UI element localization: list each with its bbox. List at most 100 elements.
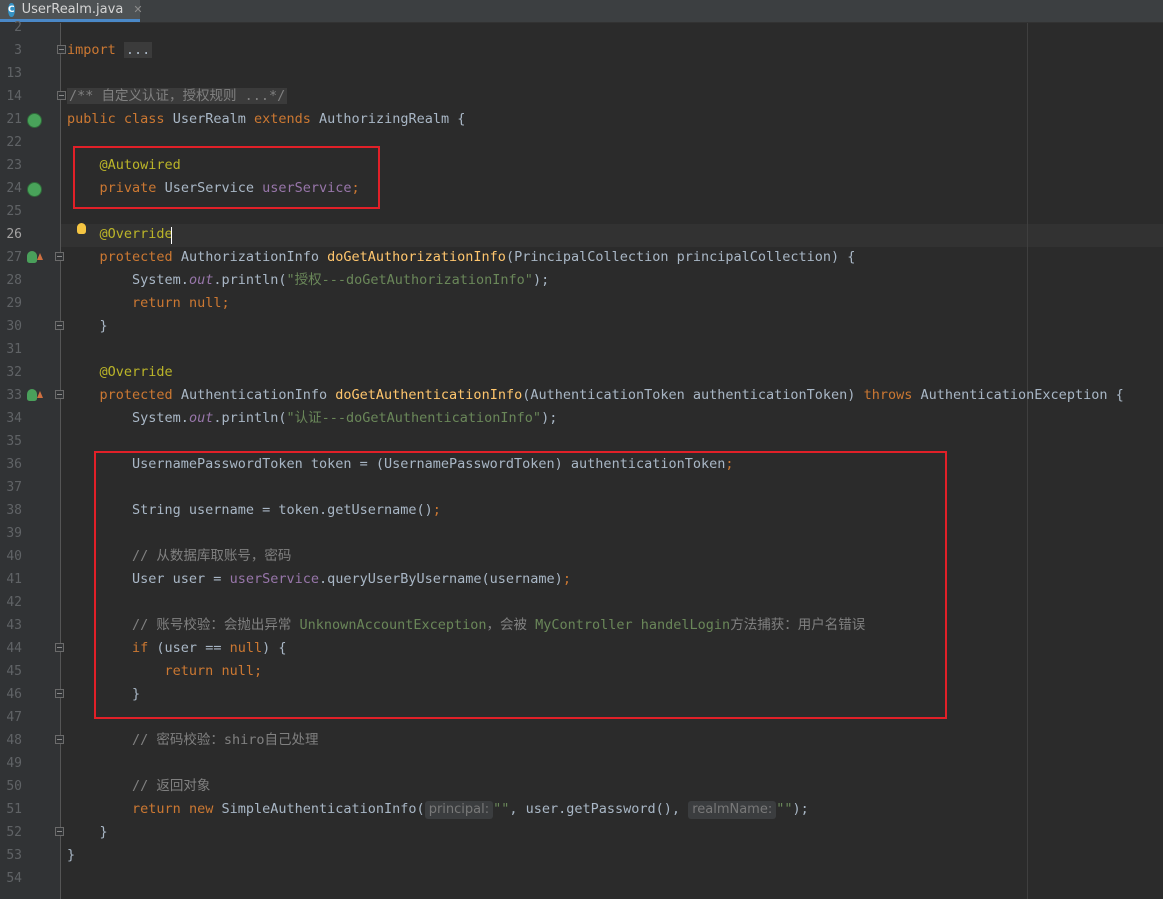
override-method-icon[interactable] <box>27 389 37 401</box>
line-number[interactable]: 52 <box>0 821 22 844</box>
close-icon[interactable]: ✕ <box>133 3 142 16</box>
code-line-51[interactable]: return new SimpleAuthenticationInfo(prin… <box>67 798 809 821</box>
line-number[interactable]: 45 <box>0 660 22 683</box>
string-literal: "授权---doGetAuthorizationInfo" <box>286 272 533 288</box>
keyword: return <box>132 801 181 817</box>
method-name: doGetAuthenticationInfo <box>335 387 523 403</box>
line-number[interactable]: 2 <box>0 16 22 39</box>
code-line-29[interactable]: return null; <box>67 292 230 315</box>
line-number[interactable]: 35 <box>0 430 22 453</box>
code-line-27[interactable]: protected AuthorizationInfo doGetAuthori… <box>67 246 856 269</box>
line-number[interactable]: 34 <box>0 407 22 430</box>
line-number[interactable]: 22 <box>0 131 22 154</box>
line-number[interactable]: 24 <box>0 177 22 200</box>
fold-marker[interactable] <box>55 735 64 744</box>
keyword: import <box>67 42 116 58</box>
keyword: new <box>188 801 214 817</box>
code-line-21[interactable]: public class UserRealm extends Authorizi… <box>67 108 465 131</box>
line-number[interactable]: 25 <box>0 200 22 223</box>
code-text: ); <box>532 272 550 288</box>
folded-imports[interactable]: ... <box>123 42 153 58</box>
line-number[interactable]: 48 <box>0 729 22 752</box>
highlight-box-autowired <box>73 146 380 209</box>
line-number[interactable]: 49 <box>0 752 22 775</box>
line-number[interactable]: 47 <box>0 706 22 729</box>
code-line-26[interactable]: @Override <box>67 223 173 246</box>
fold-marker[interactable] <box>57 91 66 100</box>
code-line-3[interactable]: import ... <box>67 39 153 62</box>
line-number[interactable]: 46 <box>0 683 22 706</box>
params: (AuthenticationToken authenticationToken… <box>522 387 856 403</box>
line-number[interactable]: 26 <box>0 223 22 246</box>
keyword: protected <box>99 387 173 403</box>
line-number[interactable]: 50 <box>0 775 22 798</box>
line-number[interactable]: 54 <box>0 867 22 890</box>
fold-marker[interactable] <box>55 321 64 330</box>
line-number[interactable]: 32 <box>0 361 22 384</box>
line-number[interactable]: 39 <box>0 522 22 545</box>
code-text: ); <box>541 410 558 426</box>
fold-marker[interactable] <box>57 45 66 54</box>
keyword: throws <box>863 387 913 403</box>
line-number[interactable]: 53 <box>0 844 22 867</box>
parameter-hint: realmName: <box>688 801 777 819</box>
code-text: ); <box>792 801 809 817</box>
code-line-50[interactable]: // 返回对象 <box>67 775 210 798</box>
line-number[interactable]: 41 <box>0 568 22 591</box>
keyword: null <box>188 295 222 311</box>
fold-marker[interactable] <box>55 252 64 261</box>
code-line-52[interactable]: } <box>67 821 108 844</box>
line-number[interactable]: 33 <box>0 384 22 407</box>
line-number[interactable]: 38 <box>0 499 22 522</box>
semicolon: ; <box>221 295 230 311</box>
code-line-33[interactable]: protected AuthenticationInfo doGetAuthen… <box>67 384 1124 407</box>
line-number[interactable]: 44 <box>0 637 22 660</box>
line-number[interactable]: 27 <box>0 246 22 269</box>
code-line-34[interactable]: System.out.println("认证---doGetAuthentica… <box>67 407 557 430</box>
line-number[interactable]: 51 <box>0 798 22 821</box>
line-number[interactable]: 42 <box>0 591 22 614</box>
code-text: SimpleAuthenticationInfo( <box>221 801 425 817</box>
keyword: extends <box>254 111 311 127</box>
comment: // 密码校验：shiro自己处理 <box>132 732 319 748</box>
code-text: , user.getPassword(), <box>509 801 689 817</box>
java-class-icon: C <box>8 2 15 17</box>
line-number[interactable]: 40 <box>0 545 22 568</box>
line-number[interactable]: 30 <box>0 315 22 338</box>
line-number[interactable]: 31 <box>0 338 22 361</box>
fold-marker[interactable] <box>55 689 64 698</box>
code-line-53[interactable]: } <box>67 844 75 867</box>
code-line-30[interactable]: } <box>67 315 108 338</box>
code-line-14[interactable]: /** 自定义认证，授权规则 ...*/ <box>67 85 288 108</box>
fold-marker[interactable] <box>55 643 64 652</box>
line-number[interactable]: 23 <box>0 154 22 177</box>
fold-marker[interactable] <box>55 390 64 399</box>
autowired-bean-icon[interactable] <box>27 182 42 197</box>
superclass: AuthorizingRealm { <box>319 111 466 127</box>
code-line-32[interactable]: @Override <box>67 361 173 384</box>
line-number[interactable]: 28 <box>0 269 22 292</box>
string-literal: "认证---doGetAuthenticationInfo" <box>286 410 542 426</box>
line-number[interactable]: 13 <box>0 62 22 85</box>
string-literal: "" <box>493 801 510 817</box>
parameter-hint: principal: <box>424 801 494 819</box>
line-number[interactable]: 29 <box>0 292 22 315</box>
fold-marker[interactable] <box>55 827 64 836</box>
line-number[interactable]: 43 <box>0 614 22 637</box>
code-text: System. <box>132 410 189 426</box>
code-line-48[interactable]: // 密码校验：shiro自己处理 <box>67 729 319 752</box>
code-line-28[interactable]: System.out.println("授权---doGetAuthorizat… <box>67 269 549 292</box>
line-number[interactable]: 3 <box>0 39 22 62</box>
folded-doc-comment[interactable]: /** 自定义认证，授权规则 ...*/ <box>67 88 288 104</box>
comment: // 返回对象 <box>132 778 211 794</box>
type: AuthorizationInfo <box>180 249 319 265</box>
line-number[interactable]: 14 <box>0 85 22 108</box>
line-number[interactable]: 21 <box>0 108 22 131</box>
line-number[interactable]: 36 <box>0 453 22 476</box>
line-number[interactable]: 37 <box>0 476 22 499</box>
params: (PrincipalCollection principalCollection… <box>505 249 856 265</box>
override-method-icon[interactable] <box>27 251 37 263</box>
keyword: return <box>132 295 181 311</box>
annotation: @Override <box>99 364 173 380</box>
spring-bean-icon[interactable] <box>27 113 42 128</box>
